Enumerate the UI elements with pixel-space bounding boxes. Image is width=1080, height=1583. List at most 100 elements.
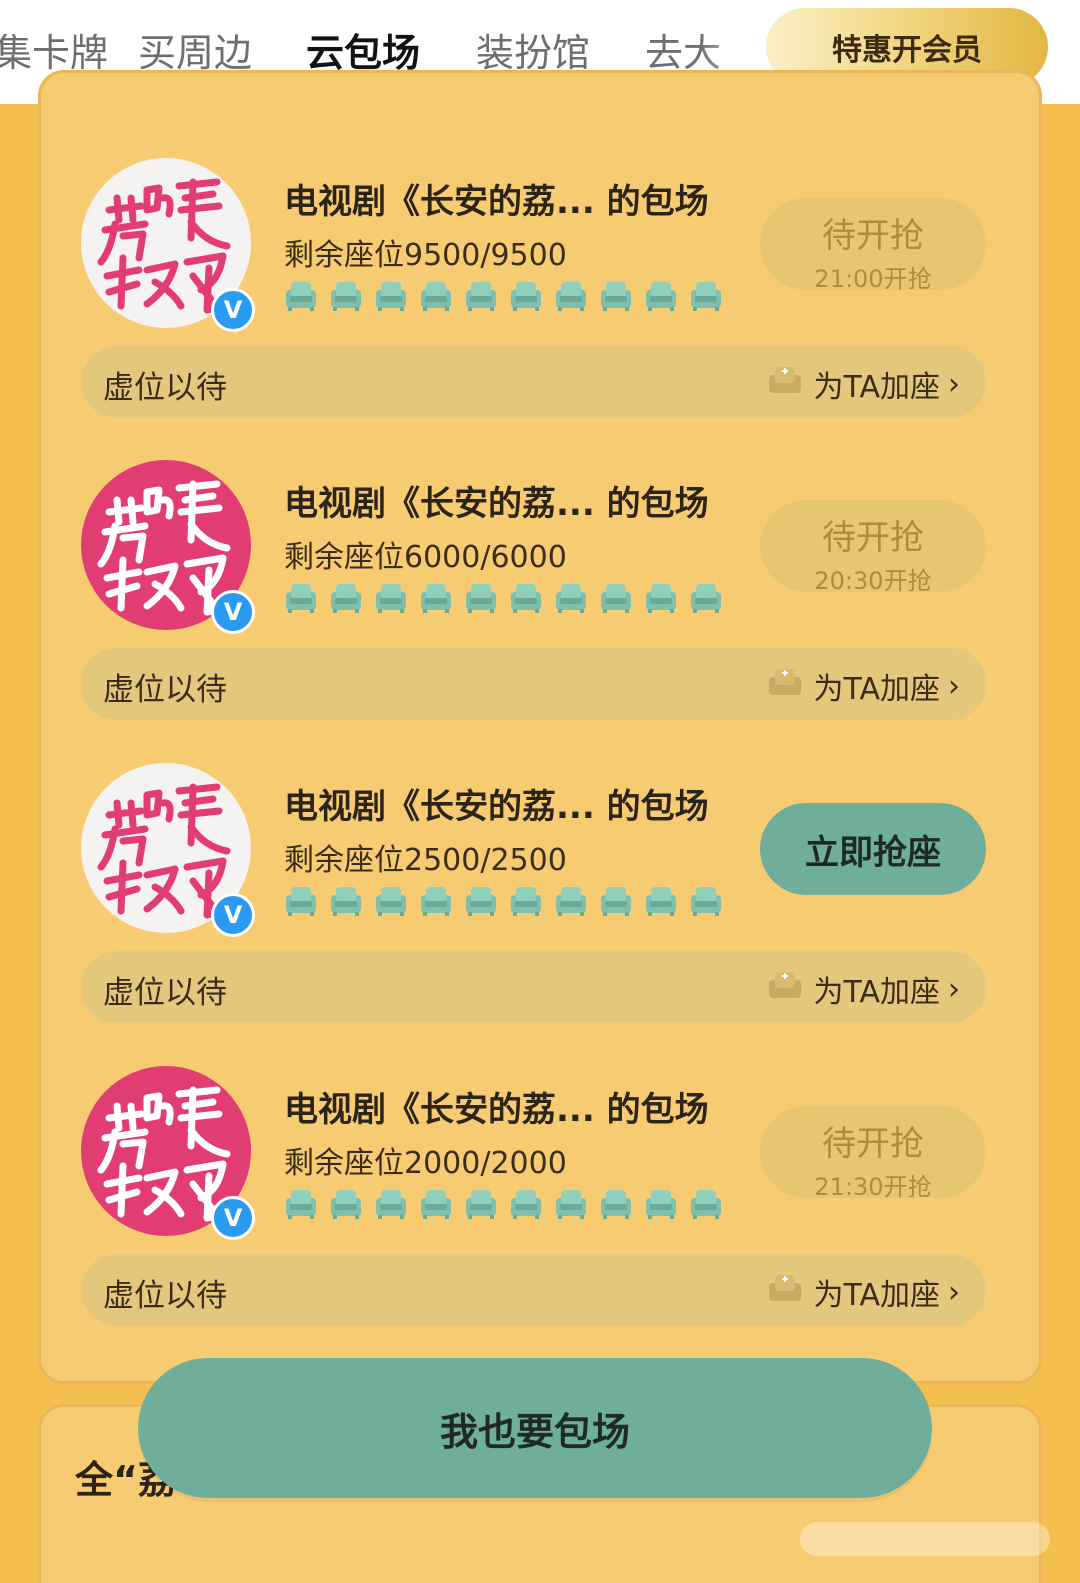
waiting-label: 待开抢 <box>822 216 924 256</box>
seat-icon <box>644 580 678 620</box>
add-seat-label: 为TA加座 <box>813 975 940 1010</box>
grab-seat-button[interactable]: 立即抢座 <box>760 803 986 895</box>
seat-icon <box>284 580 318 620</box>
seat-bar: 虚位以待 为TA加座 › <box>81 951 986 1023</box>
remaining-seats: 剩余座位6000/6000 <box>284 540 567 575</box>
tab-cloud-screening[interactable]: 云包场 <box>306 22 420 77</box>
seat-icon <box>599 883 633 923</box>
seat-icon <box>509 278 543 318</box>
screening-card: V 电视剧《长安的荔... 的包场 剩余座位2500/2500 立即抢座 虚位以… <box>38 763 1042 1066</box>
create-screening-button[interactable]: 我也要包场 <box>138 1358 932 1498</box>
seat-icon <box>419 580 453 620</box>
vacant-label: 虚位以待 <box>103 975 227 1011</box>
screening-card: V 电视剧《长安的荔... 的包场 剩余座位6000/6000 待开抢 20:3… <box>38 460 1042 763</box>
waiting-label: 待开抢 <box>822 1124 924 1164</box>
verified-badge-icon: V <box>211 288 255 332</box>
add-seat-label: 为TA加座 <box>813 672 940 707</box>
seat-icon <box>284 883 318 923</box>
seat-icon <box>554 883 588 923</box>
seat-icon <box>464 278 498 318</box>
seat-icon <box>599 580 633 620</box>
seat-icon <box>644 278 678 318</box>
remaining-seats: 剩余座位9500/9500 <box>284 238 567 273</box>
add-seat-button[interactable]: 为TA加座 › <box>767 967 960 1011</box>
seat-icon <box>464 580 498 620</box>
add-seat-icon <box>767 363 813 405</box>
seat-icon <box>374 278 408 318</box>
seat-icon-row <box>284 580 723 620</box>
seat-icon <box>644 1186 678 1226</box>
seat-icon <box>689 883 723 923</box>
seat-icon <box>599 278 633 318</box>
host-avatar[interactable]: V <box>81 763 255 937</box>
seat-icon <box>329 883 363 923</box>
chevron-right-icon: › <box>948 668 960 704</box>
seat-bar: 虚位以待 为TA加座 › <box>81 648 986 720</box>
add-seat-button[interactable]: 为TA加座 › <box>767 1270 960 1314</box>
seat-icon <box>464 1186 498 1226</box>
host-avatar[interactable]: V <box>81 1066 255 1240</box>
seat-icon <box>644 883 678 923</box>
waiting-status-button[interactable]: 待开抢 21:00开抢 <box>760 198 986 293</box>
chevron-right-icon: › <box>948 366 960 402</box>
vacant-label: 虚位以待 <box>103 672 227 708</box>
add-seat-icon <box>767 968 813 1010</box>
tab-merch[interactable]: 买周边 <box>138 22 252 77</box>
seat-icon <box>284 1186 318 1226</box>
seat-bar: 虚位以待 为TA加座 › <box>81 1254 986 1326</box>
add-seat-icon <box>767 665 813 707</box>
add-seat-label: 为TA加座 <box>813 1278 940 1313</box>
seat-bar: 虚位以待 为TA加座 › <box>81 346 986 418</box>
vacant-label: 虚位以待 <box>103 370 227 406</box>
verified-badge-icon: V <box>211 893 255 937</box>
seat-icon <box>689 278 723 318</box>
tab-collect-cards[interactable]: 集卡牌 <box>0 22 108 77</box>
seat-icon-row <box>284 1186 723 1226</box>
screening-title[interactable]: 电视剧《长安的荔... 的包场 <box>284 1082 709 1131</box>
seat-icon <box>374 580 408 620</box>
verified-badge-icon: V <box>211 1196 255 1240</box>
seat-icon <box>509 1186 543 1226</box>
seat-icon <box>599 1186 633 1226</box>
seat-icon <box>554 278 588 318</box>
host-avatar[interactable]: V <box>81 158 255 332</box>
seat-icon <box>374 883 408 923</box>
seat-icon <box>329 580 363 620</box>
screening-title[interactable]: 电视剧《长安的荔... 的包场 <box>284 779 709 828</box>
verified-badge-icon: V <box>211 590 255 634</box>
chevron-right-icon: › <box>948 971 960 1007</box>
chevron-right-icon: › <box>948 1274 960 1310</box>
waiting-status-button[interactable]: 待开抢 20:30开抢 <box>760 500 986 595</box>
screening-title[interactable]: 电视剧《长安的荔... 的包场 <box>284 174 709 223</box>
seat-icon-row <box>284 883 723 923</box>
add-seat-icon <box>767 1271 813 1313</box>
seat-icon <box>419 883 453 923</box>
seat-icon <box>329 278 363 318</box>
host-avatar[interactable]: V <box>81 460 255 634</box>
seat-icon <box>509 580 543 620</box>
vacant-label: 虚位以待 <box>103 1278 227 1314</box>
seat-icon <box>329 1186 363 1226</box>
remaining-seats: 剩余座位2000/2000 <box>284 1146 567 1181</box>
seat-icon-row <box>284 278 723 318</box>
start-time: 21:30开抢 <box>814 1173 932 1201</box>
add-seat-button[interactable]: 为TA加座 › <box>767 664 960 708</box>
remaining-seats: 剩余座位2500/2500 <box>284 843 567 878</box>
add-seat-button[interactable]: 为TA加座 › <box>767 362 960 406</box>
start-time: 21:00开抢 <box>814 265 932 293</box>
tab-dress-up[interactable]: 装扮馆 <box>476 22 590 77</box>
seat-icon <box>689 580 723 620</box>
seat-icon <box>689 1186 723 1226</box>
seat-icon <box>554 580 588 620</box>
screening-title[interactable]: 电视剧《长安的荔... 的包场 <box>284 476 709 525</box>
screening-card: V 电视剧《长安的荔... 的包场 剩余座位2000/2000 待开抢 21:3… <box>38 1066 1042 1369</box>
seat-icon <box>464 883 498 923</box>
seat-icon <box>419 278 453 318</box>
waiting-label: 待开抢 <box>822 518 924 558</box>
watermark <box>800 1522 1050 1556</box>
screening-card: V 电视剧《长安的荔... 的包场 剩余座位9500/9500 待开抢 21:0… <box>38 158 1042 461</box>
seat-icon <box>419 1186 453 1226</box>
seat-icon <box>509 883 543 923</box>
seat-icon <box>554 1186 588 1226</box>
waiting-status-button[interactable]: 待开抢 21:30开抢 <box>760 1106 986 1201</box>
